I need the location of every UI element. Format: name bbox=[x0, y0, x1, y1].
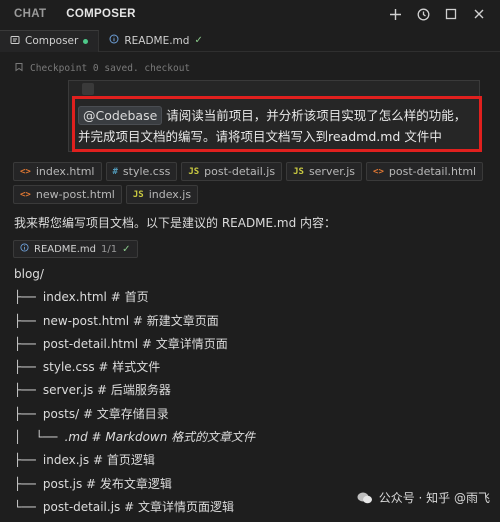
chip-label: post-detail.html bbox=[388, 165, 477, 178]
tree-name: blog/ bbox=[14, 267, 44, 281]
tree-comment: # 首页逻辑 bbox=[89, 453, 155, 468]
tree-branch: ├── bbox=[14, 476, 43, 491]
tree-comment: # 首页 bbox=[106, 290, 149, 305]
tab-composer[interactable]: COMPOSER bbox=[66, 0, 136, 28]
chip-row: <> new-post.html JS index.js bbox=[13, 185, 493, 204]
history-icon[interactable] bbox=[416, 7, 430, 21]
file-chip[interactable]: <> new-post.html bbox=[13, 185, 122, 204]
tree-branch: └── bbox=[14, 499, 43, 514]
tree-comment: # 文章详情页面逻辑 bbox=[120, 499, 234, 514]
maximize-icon[interactable] bbox=[444, 7, 458, 21]
composer-icon bbox=[10, 35, 20, 48]
editor-tabs: Composer README.md ✓ bbox=[0, 29, 500, 52]
tab-readme[interactable]: README.md ✓ bbox=[99, 30, 213, 52]
tree-name: server.js bbox=[42, 383, 94, 398]
chip-label: index.html bbox=[35, 165, 95, 178]
tree-line: ├── index.html # 首页 bbox=[14, 286, 255, 309]
file-chip[interactable]: JS server.js bbox=[286, 162, 363, 181]
tree-line: blog/ bbox=[14, 263, 255, 286]
check-icon: ✓ bbox=[194, 35, 203, 46]
directory-tree: blog/ ├── index.html # 首页 ├── new-post.h… bbox=[14, 263, 255, 519]
js-file-icon: JS bbox=[293, 166, 304, 177]
file-chip[interactable]: JS index.js bbox=[125, 185, 199, 204]
tree-comment: # 样式文件 bbox=[94, 360, 161, 375]
tree-branch: ├── bbox=[14, 383, 43, 398]
check-icon: ✓ bbox=[122, 243, 131, 255]
js-file-icon: JS bbox=[188, 166, 200, 177]
tree-name: new-post.html bbox=[42, 313, 130, 328]
tree-line: ├── index.js # 首页逻辑 bbox=[14, 449, 255, 472]
tree-line: ├── post-detail.html # 文章详情页面 bbox=[14, 333, 255, 356]
tree-line: ├── style.css # 样式文件 bbox=[14, 356, 255, 379]
chip-label: README.md bbox=[34, 243, 97, 255]
tree-name: index.html bbox=[42, 290, 107, 305]
tree-name: post-detail.js bbox=[42, 499, 121, 514]
tree-line: └── post-detail.js # 文章详情页面逻辑 bbox=[14, 496, 255, 519]
close-icon[interactable] bbox=[472, 7, 486, 21]
chip-label: style.css bbox=[122, 165, 171, 178]
tree-line: │ └── .md # Markdown 格式的文章文件 bbox=[14, 426, 255, 449]
tree-name: style.css bbox=[42, 360, 95, 375]
html-file-icon: <> bbox=[20, 166, 31, 177]
tree-comment: # 新建文章页面 bbox=[129, 313, 219, 328]
tree-comment: # 发布文章逻辑 bbox=[82, 476, 172, 491]
tree-branch: ├── bbox=[14, 453, 43, 468]
tree-line: ├── new-post.html # 新建文章页面 bbox=[14, 310, 255, 333]
watermark: 公众号 · 知乎 @雨飞 bbox=[357, 489, 490, 506]
tree-line: ├── server.js # 后端服务器 bbox=[14, 379, 255, 402]
checkpoint-icon bbox=[14, 62, 24, 75]
tab-label: README.md bbox=[124, 34, 190, 47]
tree-name: posts/ bbox=[42, 406, 80, 421]
tree-branch: ├── bbox=[14, 406, 43, 421]
file-chip[interactable]: <> post-detail.html bbox=[366, 162, 484, 181]
tab-composer-file[interactable]: Composer bbox=[0, 29, 100, 52]
html-file-icon: <> bbox=[20, 189, 31, 200]
html-file-icon: <> bbox=[373, 166, 384, 177]
file-chip[interactable]: <> index.html bbox=[13, 162, 102, 181]
file-chip[interactable]: JS post-detail.js bbox=[181, 162, 283, 181]
file-chip[interactable]: # style.css bbox=[105, 162, 178, 181]
watermark-text: 公众号 · 知乎 @雨飞 bbox=[378, 491, 490, 505]
tab-label: Composer bbox=[25, 35, 79, 47]
assistant-reply: 我来帮您编写项目文档。以下是建议的 README.md 内容： bbox=[14, 216, 337, 230]
checkpoint-text[interactable]: Checkpoint 0 saved. checkout bbox=[30, 63, 190, 74]
tab-chat[interactable]: CHAT bbox=[14, 0, 46, 28]
unsaved-dot-icon bbox=[83, 38, 89, 44]
context-files: <> index.html # style.css JS post-detail.js… bbox=[13, 162, 493, 208]
edit-count: 1/1 bbox=[101, 243, 118, 255]
info-icon bbox=[20, 243, 29, 255]
chip-label: server.js bbox=[308, 165, 356, 178]
tree-branch: ├── bbox=[14, 313, 43, 328]
info-icon bbox=[109, 34, 119, 47]
js-file-icon: JS bbox=[132, 189, 144, 200]
plus-icon[interactable] bbox=[388, 7, 402, 21]
tree-comment: # 文章详情页面 bbox=[138, 336, 228, 351]
tree-branch: ├── bbox=[14, 360, 43, 375]
chip-label: new-post.html bbox=[35, 188, 115, 201]
tree-name: post.js bbox=[42, 476, 83, 491]
message-handle-icon bbox=[82, 83, 94, 95]
wechat-icon bbox=[357, 491, 373, 505]
tree-comment: # Markdown 格式的文章文件 bbox=[87, 430, 256, 445]
user-message-text: @Codebase 请阅读当前项目，并分析该项目实现了怎么样的功能，并完成项目文… bbox=[78, 105, 476, 147]
tree-branch: │ └── bbox=[14, 430, 65, 445]
tree-name: .md bbox=[64, 430, 88, 445]
tree-branch: ├── bbox=[14, 290, 43, 305]
header-actions bbox=[388, 7, 500, 21]
chip-row: <> index.html # style.css JS post-detail.js… bbox=[13, 162, 493, 181]
css-file-icon: # bbox=[112, 166, 118, 177]
panel-header: CHAT COMPOSER bbox=[0, 0, 500, 28]
codebase-mention[interactable]: @Codebase bbox=[78, 106, 163, 125]
tree-line: ├── posts/ # 文章存储目录 bbox=[14, 403, 255, 426]
chip-label: post-detail.js bbox=[204, 165, 276, 178]
tree-comment: # 文章存储目录 bbox=[79, 406, 169, 421]
tree-line: ├── post.js # 发布文章逻辑 bbox=[14, 473, 255, 496]
tree-name: post-detail.html bbox=[42, 336, 139, 351]
readme-file-chip[interactable]: README.md 1/1 ✓ bbox=[13, 240, 138, 258]
tree-branch: ├── bbox=[14, 336, 43, 351]
checkpoint-status: Checkpoint 0 saved. checkout bbox=[14, 62, 190, 75]
tree-name: index.js bbox=[42, 453, 90, 468]
tree-comment: # 后端服务器 bbox=[93, 383, 171, 398]
chip-label: index.js bbox=[148, 188, 192, 201]
